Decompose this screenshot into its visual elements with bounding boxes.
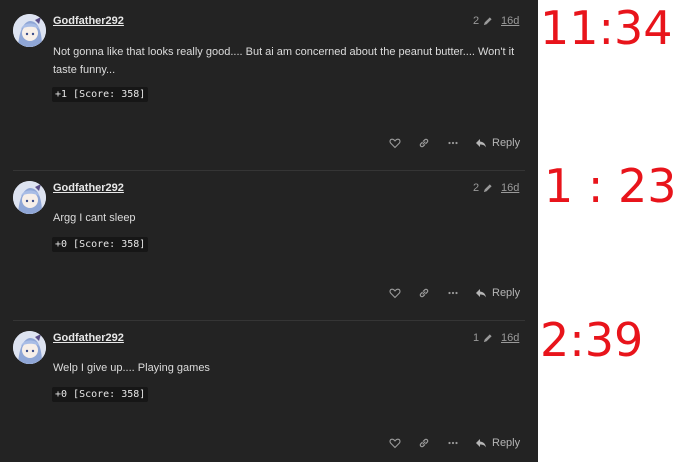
reply-icon: [476, 439, 486, 448]
reply-button[interactable]: Reply: [475, 437, 520, 449]
edit-count: 2: [473, 15, 480, 27]
share-link-button[interactable]: [417, 286, 431, 300]
post-date[interactable]: 16d: [501, 332, 519, 344]
post-actions: Reply: [388, 436, 520, 450]
pencil-icon: [483, 183, 492, 192]
pencil-icon: [483, 333, 492, 342]
post-actions: Reply: [388, 286, 520, 300]
post-date[interactable]: 16d: [501, 15, 519, 27]
avatar[interactable]: [13, 181, 46, 214]
heart-icon: [389, 438, 401, 449]
score-code: +0 [Score: 358]: [52, 237, 149, 252]
username[interactable]: Godfather292: [53, 15, 124, 27]
reply-label: Reply: [492, 137, 521, 149]
reply-icon: [476, 139, 486, 148]
like-button[interactable]: [388, 436, 402, 450]
more-button[interactable]: [446, 136, 460, 150]
avatar[interactable]: [13, 331, 46, 364]
username[interactable]: Godfather292: [53, 332, 124, 344]
avatar-image: [13, 181, 46, 214]
more-button[interactable]: [446, 436, 460, 450]
pencil-icon: [483, 16, 492, 25]
post: Godfather292 1 16d Welp I give up.... Pl…: [0, 320, 538, 462]
post-body: Argg I cant sleep: [53, 209, 523, 227]
more-icon: [448, 141, 458, 145]
post-body-line: Not gonna like that looks really good...…: [53, 46, 515, 58]
reply-label: Reply: [492, 437, 521, 449]
reply-button[interactable]: Reply: [475, 287, 520, 299]
avatar-image: [13, 331, 46, 364]
share-link-button[interactable]: [417, 136, 431, 150]
time-annotation-text: 1 : 23: [544, 159, 677, 213]
link-icon: [419, 138, 429, 148]
post-body-line: Argg I cant sleep: [53, 212, 136, 224]
time-annotation: 11:34: [540, 0, 690, 60]
time-annotation: 2:39: [540, 312, 690, 372]
like-button[interactable]: [388, 136, 402, 150]
edit-count: 2: [473, 182, 480, 194]
topic-stream: Godfather292 2 16d Not gonna like that l…: [0, 0, 538, 462]
edit-history[interactable]: 2: [473, 182, 493, 194]
reply-button[interactable]: Reply: [475, 137, 520, 149]
like-button[interactable]: [388, 286, 402, 300]
post-body: Welp I give up.... Playing games: [53, 359, 523, 377]
post-body: Not gonna like that looks really good...…: [53, 43, 523, 79]
post: Godfather292 2 16d Argg I cant sleep +0 …: [0, 170, 538, 320]
post-date[interactable]: 16d: [501, 182, 519, 194]
link-icon: [419, 288, 429, 298]
more-icon: [448, 441, 458, 445]
time-annotation-svg: 11:34: [540, 1, 673, 55]
time-annotation-text: 11:34: [540, 1, 673, 55]
time-annotation-svg: 2:39: [540, 313, 643, 367]
more-button[interactable]: [446, 286, 460, 300]
edit-history[interactable]: 2: [473, 15, 493, 27]
post: Godfather292 2 16d Not gonna like that l…: [0, 0, 538, 170]
time-annotation: 1 : 23: [540, 158, 690, 218]
avatar-image: [13, 14, 46, 47]
score-code: +0 [Score: 358]: [52, 387, 149, 402]
edit-count: 1: [473, 332, 480, 344]
post-body-line: taste funny...: [53, 64, 116, 76]
post-actions: Reply: [388, 136, 520, 150]
more-icon: [448, 291, 458, 295]
post-body-line: Welp I give up.... Playing games: [53, 362, 210, 374]
time-annotation-svg: 1 : 23: [544, 159, 677, 213]
heart-icon: [389, 138, 401, 149]
share-link-button[interactable]: [417, 436, 431, 450]
username[interactable]: Godfather292: [53, 182, 124, 194]
link-icon: [419, 438, 429, 448]
heart-icon: [389, 288, 401, 299]
avatar[interactable]: [13, 14, 46, 47]
reply-icon: [476, 289, 486, 298]
edit-history[interactable]: 1: [473, 332, 493, 344]
score-code: +1 [Score: 358]: [52, 87, 149, 102]
time-annotation-text: 2:39: [540, 313, 643, 367]
reply-label: Reply: [492, 287, 521, 299]
